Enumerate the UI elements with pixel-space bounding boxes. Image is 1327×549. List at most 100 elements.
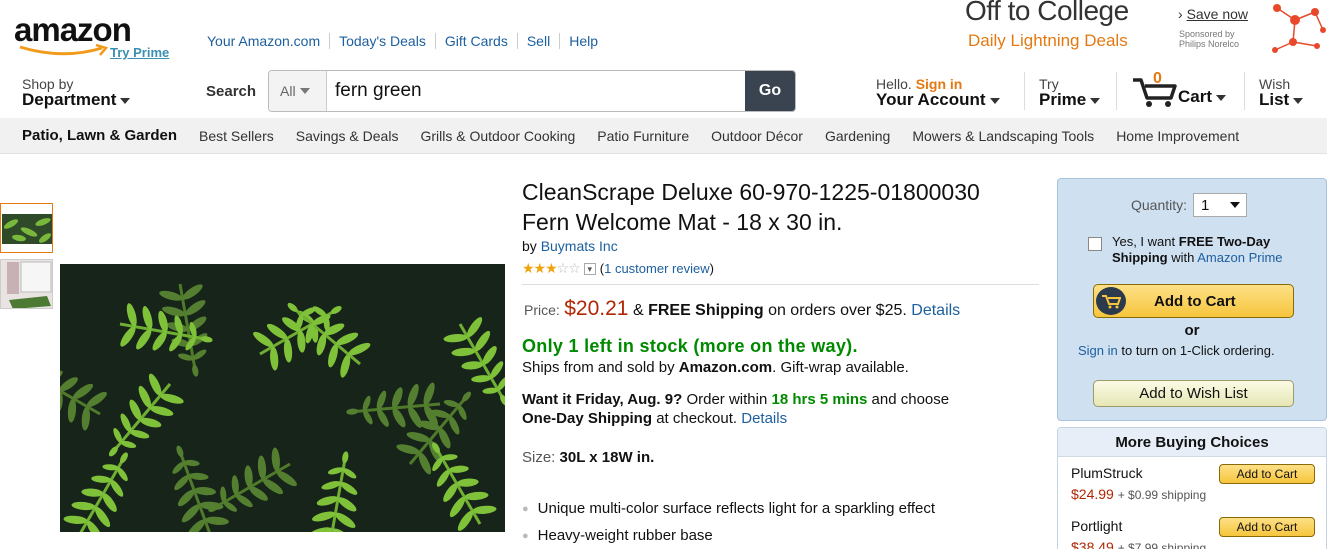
- subnav-item-mowers[interactable]: Mowers & Landscaping Tools: [912, 128, 1094, 144]
- chevron-down-icon: [120, 97, 131, 104]
- or-label: or: [1184, 322, 1200, 339]
- thumbnail-strip: [0, 203, 53, 315]
- fern-mat-image: [60, 264, 505, 532]
- add-to-cart-button[interactable]: Add to Cart: [1093, 284, 1294, 318]
- search-scope-dropdown[interactable]: All: [269, 71, 327, 111]
- amazon-prime-link[interactable]: Amazon Prime: [1197, 250, 1282, 265]
- search-go-button[interactable]: Go: [745, 71, 795, 111]
- product-main-image[interactable]: [60, 264, 505, 532]
- price-value: $20.21: [564, 297, 629, 320]
- list-item: Unique multi-color surface reflects ligh…: [522, 499, 935, 519]
- quantity-select[interactable]: 1: [1193, 193, 1248, 217]
- seller-name[interactable]: Portlight: [1071, 518, 1122, 534]
- promo-title: Off to College: [965, 0, 1129, 26]
- seller-name[interactable]: PlumStruck: [1071, 465, 1143, 481]
- chevron-down-icon: [1090, 97, 1101, 104]
- chevron-down-icon: [299, 88, 310, 94]
- customer-review-link[interactable]: 1 customer review: [604, 261, 709, 276]
- seller-add-to-cart-button[interactable]: Add to Cart: [1219, 464, 1315, 484]
- prime-label: Prime: [1039, 90, 1087, 109]
- quantity-label: Quantity:: [1131, 197, 1188, 213]
- search-label: Search: [206, 83, 257, 100]
- free-shipping-label: FREE Shipping: [648, 302, 764, 319]
- subnav-item-outdoor-decor[interactable]: Outdoor Décor: [711, 128, 803, 144]
- rating-dropdown-icon[interactable]: ▾: [583, 262, 596, 275]
- nav-divider: [1244, 72, 1245, 110]
- promo-banner[interactable]: Off to College Daily Lightning Deals › S…: [963, 0, 1327, 58]
- shipping-condition: on orders over $25.: [768, 302, 907, 319]
- one-click-text: to turn on 1-Click ordering.: [1121, 343, 1275, 358]
- list-item: Heavy-weight rubber base: [522, 526, 935, 546]
- smile-arrow-icon: [19, 44, 109, 56]
- amazon-logo[interactable]: amazon Try Prime: [14, 13, 174, 64]
- size-row: Size: 30L x 18W in.: [522, 449, 654, 466]
- size-label: Size:: [522, 449, 556, 466]
- search-scope-label: All: [280, 83, 296, 99]
- site-header: amazon Try Prime Your Amazon.com Today's…: [0, 0, 1327, 118]
- prime-offer-with: with: [1171, 250, 1195, 265]
- brand-link[interactable]: Buymats Inc: [541, 238, 618, 254]
- top-link-your-amazon[interactable]: Your Amazon.com: [198, 33, 331, 49]
- quantity-row: Quantity: 1: [1131, 193, 1248, 217]
- prime-shipping-option: Yes, I want FREE Two-Day Shipping with A…: [1088, 234, 1318, 266]
- subnav-item-gardening[interactable]: Gardening: [825, 128, 890, 144]
- ampersand: &: [632, 302, 644, 319]
- time-left: 18 hrs 5 mins: [771, 391, 868, 408]
- seller-name: Amazon.com: [678, 359, 773, 376]
- add-to-cart-label: Add to Cart: [1154, 292, 1236, 310]
- delivery-details-link[interactable]: Details: [741, 410, 787, 427]
- department-label: Department: [22, 90, 117, 109]
- chevron-down-icon: [1216, 94, 1227, 101]
- subnav-item-grills[interactable]: Grills & Outdoor Cooking: [420, 128, 575, 144]
- ships-from: Ships from and sold by Amazon.com. Gift-…: [522, 359, 909, 376]
- your-account-label: Your Account: [876, 90, 986, 109]
- top-link-sell[interactable]: Sell: [518, 33, 561, 49]
- subnav-item-best-sellers[interactable]: Best Sellers: [199, 128, 274, 144]
- cart-button[interactable]: 0 Cart: [1131, 71, 1241, 112]
- add-to-wish-list-button[interactable]: Add to Wish List: [1093, 380, 1294, 407]
- chevron-down-icon: [1230, 202, 1241, 208]
- list-label: List: [1259, 90, 1290, 109]
- try-prime-menu[interactable]: Try Prime: [1039, 77, 1101, 109]
- promo-save-now[interactable]: › Save now: [1178, 6, 1248, 22]
- seller-add-to-cart-button[interactable]: Add to Cart: [1219, 517, 1315, 537]
- price-row: Price: $20.21 & FREE Shipping on orders …: [524, 297, 960, 321]
- star-rating-icon[interactable]: ★★★☆☆: [522, 260, 581, 277]
- subnav-item-savings-deals[interactable]: Savings & Deals: [296, 128, 399, 144]
- one-day-shipping: One-Day Shipping: [522, 410, 653, 427]
- try-prime-link[interactable]: Try Prime: [110, 45, 169, 60]
- top-link-gift-cards[interactable]: Gift Cards: [436, 33, 518, 49]
- seller-price: $24.99 + $0.99 shipping: [1071, 486, 1207, 502]
- order-within-label: Order within: [686, 391, 768, 408]
- thumbnail-fern-mat[interactable]: [0, 203, 53, 253]
- top-links: Your Amazon.com Today's Deals Gift Cards…: [198, 33, 607, 49]
- search-input[interactable]: [327, 71, 745, 111]
- shop-by-department[interactable]: Shop by Department: [22, 77, 131, 109]
- more-buying-choices: More Buying Choices PlumStruck $24.99 + …: [1057, 427, 1327, 549]
- your-account-menu[interactable]: Hello. Sign in Your Account: [876, 77, 1000, 109]
- ships-from-label: Ships from and sold by: [522, 359, 675, 376]
- subnav-item-patio-furniture[interactable]: Patio Furniture: [597, 128, 689, 144]
- seller-offer: Portlight $38.49 + $7.99 shipping Add to…: [1058, 510, 1326, 549]
- subnav-category-title[interactable]: Patio, Lawn & Garden: [22, 127, 177, 144]
- nav-divider: [1024, 72, 1025, 110]
- price-label: Price:: [524, 302, 560, 318]
- subnav-item-home-improvement[interactable]: Home Improvement: [1116, 128, 1239, 144]
- top-link-help[interactable]: Help: [560, 33, 607, 49]
- more-buying-choices-header: More Buying Choices: [1058, 428, 1326, 457]
- at-checkout-label: at checkout.: [656, 410, 738, 427]
- molecule-graphic-icon: [1272, 4, 1326, 53]
- nav-divider: [1116, 72, 1117, 110]
- sign-in-link[interactable]: Sign in: [1078, 343, 1118, 358]
- thumbnail-doorway[interactable]: [0, 259, 53, 309]
- prime-shipping-checkbox[interactable]: [1088, 237, 1102, 251]
- delivery-estimate: Want it Friday, Aug. 9? Order within 18 …: [522, 390, 1042, 428]
- top-link-todays-deals[interactable]: Today's Deals: [330, 33, 436, 49]
- seller-price: $38.49 + $7.99 shipping: [1071, 539, 1207, 549]
- shipping-details-link[interactable]: Details: [911, 302, 960, 319]
- cart-label: Cart: [1178, 87, 1213, 106]
- divider: [522, 284, 1039, 285]
- wish-list-menu[interactable]: Wish List: [1259, 77, 1304, 109]
- cart-icon: [1096, 287, 1126, 315]
- delivery-date: Want it Friday, Aug. 9?: [522, 391, 683, 408]
